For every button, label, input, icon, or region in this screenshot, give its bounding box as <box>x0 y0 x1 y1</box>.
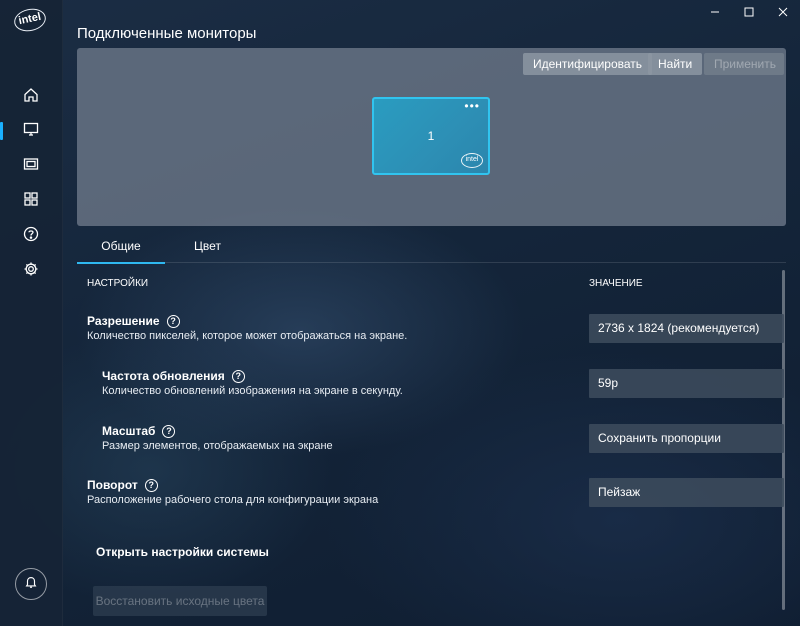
rotation-dropdown[interactable]: Пейзаж <box>589 478 784 507</box>
help-icon[interactable]: ? <box>162 424 176 438</box>
maximize-button[interactable] <box>732 0 766 26</box>
scale-description: Размер элементов, отображаемых на экране <box>102 440 333 452</box>
gear-icon <box>23 261 39 282</box>
refresh-rate-description: Количество обновлений изображения на экр… <box>102 385 403 397</box>
close-button[interactable] <box>766 0 800 26</box>
nav-home[interactable] <box>0 80 62 114</box>
refresh-rate-label: Частота обновления <box>102 369 225 383</box>
home-icon <box>23 87 39 108</box>
rotation-label: Поворот <box>87 478 138 492</box>
monitor-tile[interactable]: ••• 1 intel <box>372 97 490 175</box>
video-icon <box>23 156 39 177</box>
minimize-icon <box>710 4 720 22</box>
page-title: Подключенные мониторы <box>77 25 257 42</box>
resolution-dropdown[interactable]: 2736 x 1824 (рекомендуется) <box>589 314 784 343</box>
apps-grid-icon <box>23 191 39 212</box>
resolution-label: Разрешение <box>87 314 160 328</box>
nav-apps[interactable] <box>0 184 62 218</box>
resolution-description: Количество пикселей, которое может отобр… <box>87 330 408 342</box>
display-icon <box>23 121 39 142</box>
nav-display[interactable] <box>0 114 62 148</box>
tab-color[interactable]: Цвет <box>165 232 250 262</box>
more-options-icon[interactable]: ••• <box>464 100 480 112</box>
refresh-rate-title: Частота обновления ? <box>102 369 245 383</box>
value-column-header: ЗНАЧЕНИЕ <box>589 278 643 289</box>
restore-colors-button[interactable]: Восстановить исходные цвета <box>93 586 267 616</box>
rotation-description: Расположение рабочего стола для конфигур… <box>87 494 379 506</box>
open-system-settings-link[interactable]: Открыть настройки системы <box>96 545 269 559</box>
window-controls <box>698 0 800 26</box>
maximize-icon <box>744 4 754 22</box>
notifications-button[interactable] <box>15 568 47 600</box>
tab-bar: Общие Цвет <box>77 232 786 264</box>
apply-button[interactable]: Применить <box>704 53 784 75</box>
nav-help[interactable] <box>0 219 62 253</box>
scale-title: Масштаб ? <box>102 424 176 438</box>
rotation-title: Поворот ? <box>87 478 158 492</box>
close-icon <box>778 4 788 22</box>
settings-column-header: НАСТРОЙКИ <box>87 278 149 289</box>
help-icon[interactable]: ? <box>144 478 158 492</box>
help-icon[interactable]: ? <box>166 314 180 328</box>
help-icon <box>23 226 39 247</box>
intel-logo: intel <box>12 5 48 35</box>
resolution-title: Разрешение ? <box>87 314 180 328</box>
minimize-button[interactable] <box>698 0 732 26</box>
sidebar: intel <box>0 0 63 626</box>
help-icon[interactable]: ? <box>231 369 245 383</box>
intel-badge-icon: intel <box>461 153 483 168</box>
scale-label: Масштаб <box>102 424 156 438</box>
nav-video[interactable] <box>0 149 62 183</box>
find-button[interactable]: Найти <box>648 53 703 75</box>
bell-icon <box>24 575 38 594</box>
scale-dropdown[interactable]: Сохранить пропорции <box>589 424 784 453</box>
identify-button[interactable]: Идентифицировать <box>523 53 653 75</box>
monitor-number: 1 <box>427 129 435 143</box>
active-indicator <box>0 122 3 140</box>
tab-general[interactable]: Общие <box>77 232 165 264</box>
refresh-rate-dropdown[interactable]: 59p <box>589 369 784 398</box>
nav-settings[interactable] <box>0 254 62 288</box>
